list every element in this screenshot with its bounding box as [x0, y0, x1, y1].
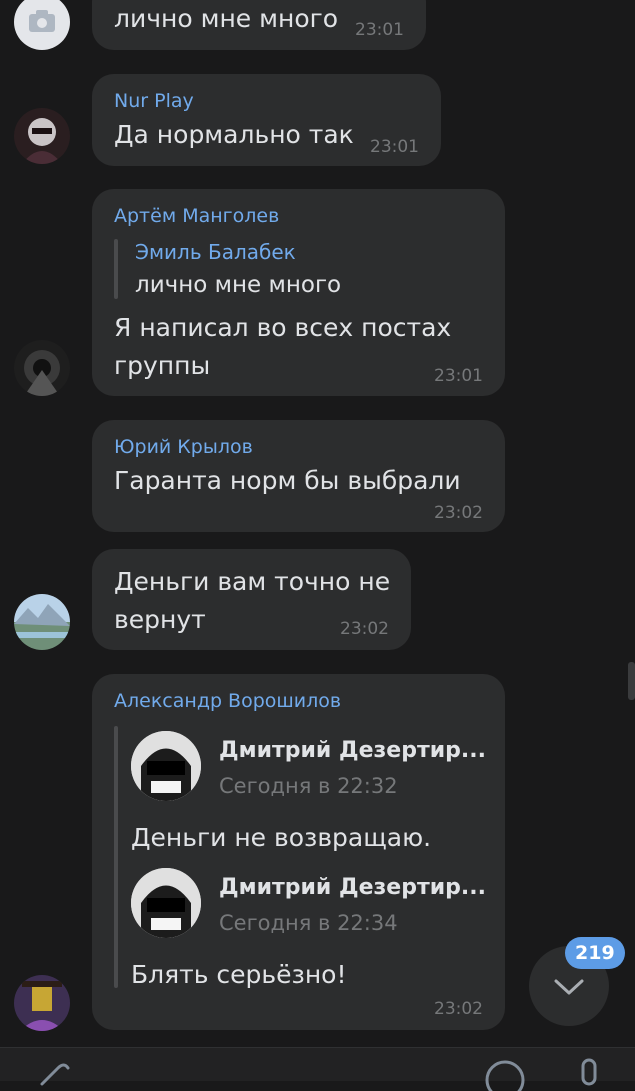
sender-name[interactable]: Юрий Крылов: [114, 436, 253, 458]
reply-bar: [114, 239, 118, 299]
message-text: Деньги вам точно не: [114, 567, 391, 596]
message-time: 23:02: [434, 503, 483, 523]
message-text: Да нормально так: [114, 120, 354, 149]
avatar[interactable]: [14, 340, 70, 396]
message-text: группы: [114, 351, 211, 380]
message-text: лично мне много: [114, 4, 339, 33]
forwarded-author-name[interactable]: Дмитрий Дезертир...: [219, 875, 486, 900]
paperclip-icon[interactable]: [34, 1054, 74, 1087]
reply-text: лично мне много: [135, 272, 342, 298]
message-composer[interactable]: [0, 1047, 635, 1091]
message-time: 23:01: [434, 366, 483, 386]
avatar[interactable]: [14, 594, 70, 650]
message-time: 23:01: [355, 20, 404, 40]
message-time: 23:02: [434, 999, 483, 1019]
sender-name[interactable]: Nur Play: [114, 90, 194, 112]
forwarded-author-avatar[interactable]: [131, 868, 201, 938]
message-text: Я написал во всех постах: [114, 313, 452, 342]
avatar-placeholder[interactable]: [14, 0, 70, 50]
message-bubble[interactable]: Деньги вам точно не вернут 23:02: [92, 549, 411, 650]
message-bubble[interactable]: Nur Play Да нормально так 23:01: [92, 74, 441, 166]
avatar[interactable]: [14, 975, 70, 1031]
sender-name[interactable]: Артём Манголев: [114, 205, 279, 227]
avatar[interactable]: [14, 108, 70, 164]
message-bubble[interactable]: лично мне много 23:01: [92, 0, 426, 50]
message-time: 23:01: [370, 137, 419, 157]
forwarded-date: Сегодня в 22:32: [219, 774, 398, 798]
message-bubble[interactable]: Артём Манголев Эмиль Балабек лично мне м…: [92, 189, 505, 396]
forwarded-date: Сегодня в 22:34: [219, 911, 398, 935]
emoji-icon[interactable]: [483, 1058, 527, 1091]
scrollbar-thumb[interactable]: [628, 662, 635, 700]
message-bubble[interactable]: Юрий Крылов Гаранта норм бы выбрали 23:0…: [92, 420, 505, 532]
forwarded-text: Блять серьёзно!: [131, 960, 347, 989]
forward-bar: [114, 726, 118, 988]
message-bubble[interactable]: Александр Ворошилов Дмитрий Дезертир... …: [92, 674, 505, 1030]
message-text: Гаранта норм бы выбрали: [114, 466, 461, 495]
forwarded-text: Деньги не возвращаю.: [131, 823, 432, 852]
sender-name[interactable]: Александр Ворошилов: [114, 690, 341, 712]
microphone-icon[interactable]: [574, 1056, 604, 1089]
unread-count-badge: 219: [565, 937, 625, 969]
forwarded-author-avatar[interactable]: [131, 731, 201, 801]
message-text: вернут: [114, 605, 206, 634]
message-time: 23:02: [340, 619, 389, 639]
reply-sender-name[interactable]: Эмиль Балабек: [135, 240, 296, 264]
forwarded-author-name[interactable]: Дмитрий Дезертир...: [219, 738, 486, 763]
camera-icon: [29, 10, 55, 32]
